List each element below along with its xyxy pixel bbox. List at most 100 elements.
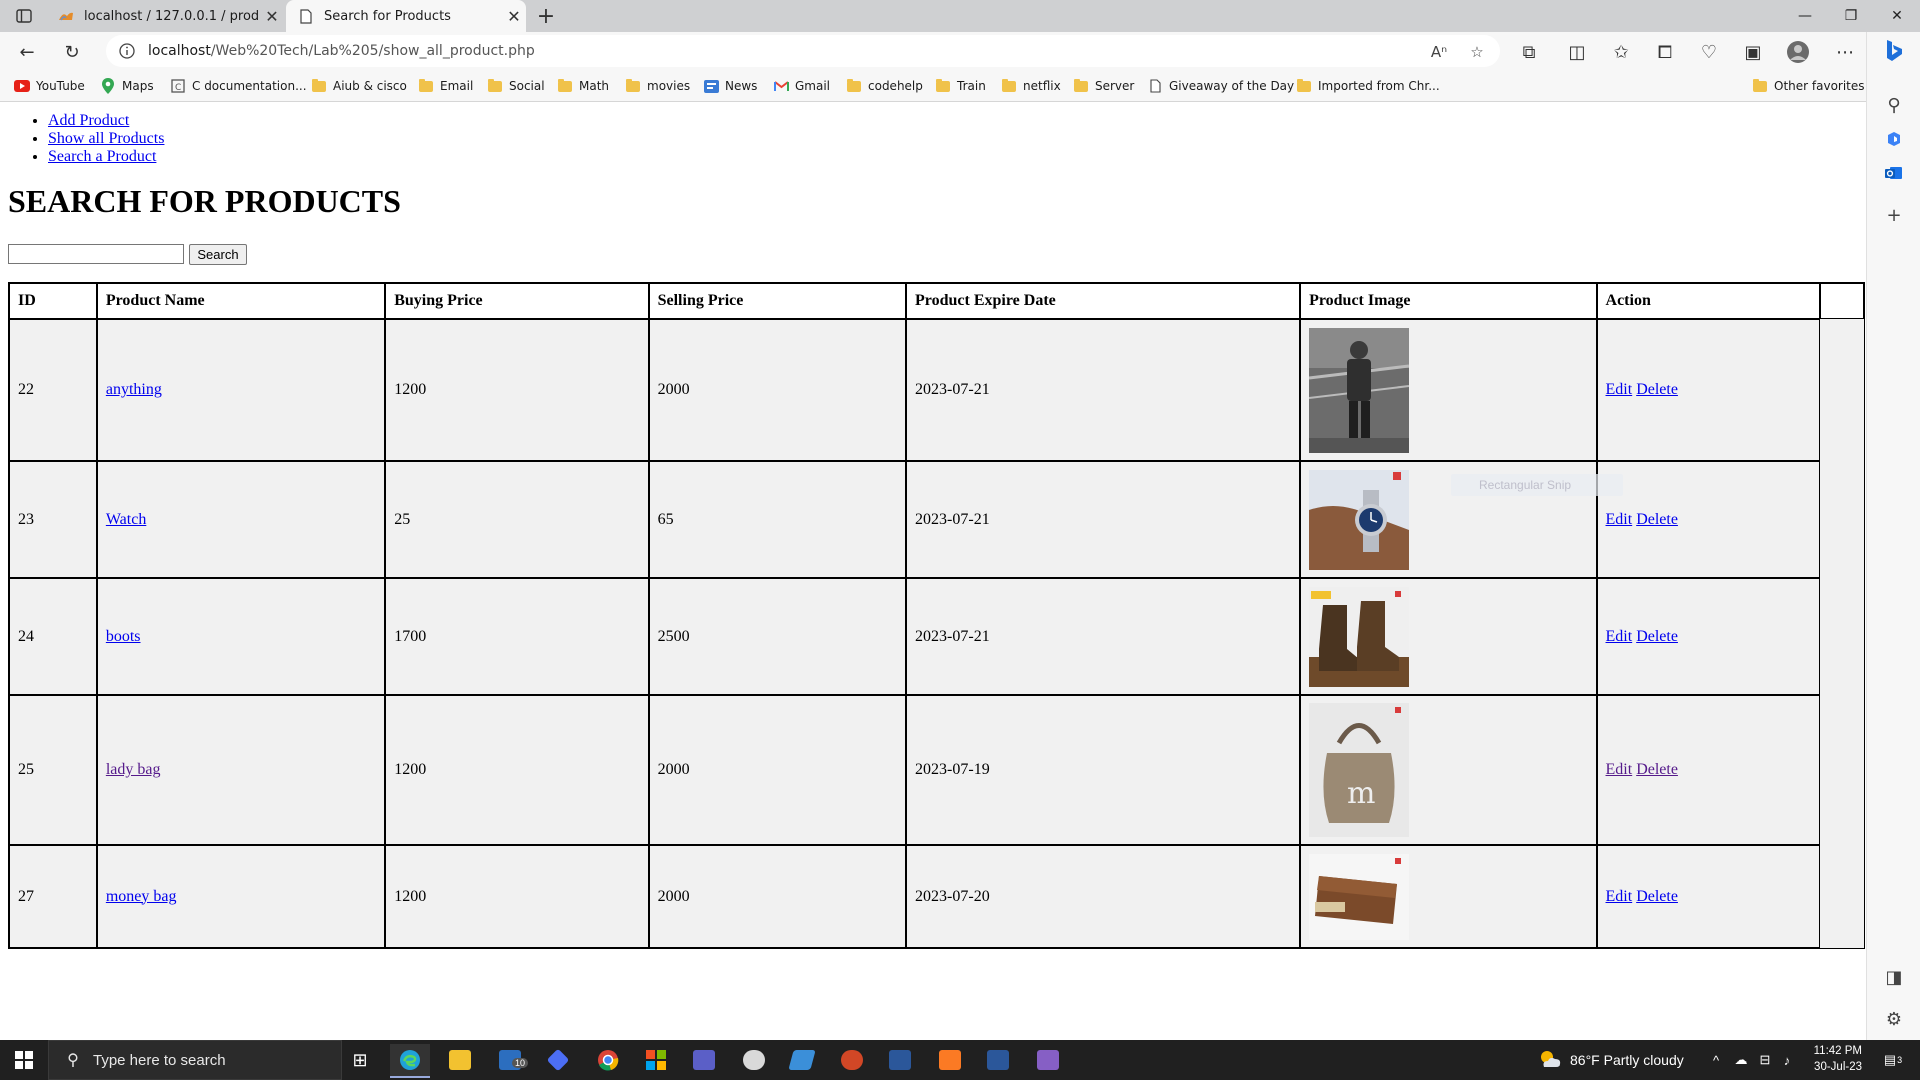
performance-icon[interactable]: ▣ <box>1740 39 1766 65</box>
snipping-tool-icon[interactable] <box>734 1044 774 1076</box>
new-tab-button[interactable]: + <box>534 4 558 29</box>
volume-icon[interactable]: ♪ <box>1776 1040 1798 1080</box>
address-bar[interactable]: localhost/Web%20Tech/Lab%205/show_all_pr… <box>106 35 1500 67</box>
word-icon[interactable] <box>978 1044 1018 1076</box>
cell-action: Edit Delete <box>1596 578 1821 695</box>
delete-link[interactable]: Delete <box>1636 888 1678 905</box>
search-icon: ⚲ <box>67 1052 79 1069</box>
outlook-icon[interactable] <box>1881 160 1907 186</box>
weather-widget[interactable]: 86°F Partly cloudy <box>1538 1040 1684 1080</box>
photo-viewer-icon[interactable] <box>880 1044 920 1076</box>
sidebar-settings-icon[interactable]: ⚙ <box>1881 1006 1907 1032</box>
favorites-icon[interactable]: ✩ <box>1608 39 1634 65</box>
restore-icon[interactable]: ❐ <box>1828 0 1874 32</box>
url-text[interactable]: localhost/Web%20Tech/Lab%205/show_all_pr… <box>148 43 535 59</box>
fav-folder-social[interactable]: Social <box>487 76 545 96</box>
search-product-link[interactable]: Search a Product <box>48 148 156 165</box>
search-button[interactable]: Search <box>189 244 247 265</box>
fav-folder-server[interactable]: Server <box>1073 76 1134 96</box>
edit-link[interactable]: Edit <box>1606 381 1633 398</box>
show-all-products-link[interactable]: Show all Products <box>48 130 164 147</box>
edit-link[interactable]: Edit <box>1606 628 1633 645</box>
search-input[interactable] <box>8 244 184 264</box>
profile-avatar[interactable] <box>1785 39 1811 65</box>
taskbar-search-box[interactable]: ⚲ Type here to search <box>48 1040 342 1080</box>
fav-folder-netflix[interactable]: netflix <box>1001 76 1061 96</box>
fav-folder-movies[interactable]: movies <box>625 76 690 96</box>
clock[interactable]: 11:42 PM 30-Jul-23 <box>1800 1043 1862 1075</box>
fav-folder-math[interactable]: Math <box>557 76 609 96</box>
add-sidebar-app-icon[interactable]: + <box>1881 202 1907 228</box>
fav-folder-imported[interactable]: Imported from Chr... <box>1296 76 1440 96</box>
onedrive-icon[interactable]: ☁ <box>1730 1040 1752 1080</box>
delete-link[interactable]: Delete <box>1636 381 1678 398</box>
fav-folder-email[interactable]: Email <box>418 76 473 96</box>
fav-c-docs[interactable]: C C documentation... <box>170 76 307 96</box>
site-info-icon[interactable] <box>118 42 136 60</box>
product-name-link[interactable]: Watch <box>106 511 146 528</box>
tab-strip: localhost / 127.0.0.1 / product_d ✕ Sear… <box>0 0 1920 32</box>
xampp-icon[interactable] <box>930 1044 970 1076</box>
browser-essentials-icon[interactable]: ♡ <box>1696 39 1722 65</box>
mail-icon[interactable]: 10 <box>490 1044 530 1076</box>
notifications-icon[interactable]: ▤ 3 <box>1878 1040 1908 1080</box>
cell-extra <box>1820 461 1864 578</box>
fav-giveaway[interactable]: Giveaway of the Day <box>1147 76 1294 96</box>
delete-link[interactable]: Delete <box>1636 628 1678 645</box>
file-explorer-icon[interactable] <box>440 1044 480 1076</box>
product-name-link[interactable]: boots <box>106 628 141 645</box>
close-window-icon[interactable]: ✕ <box>1874 0 1920 32</box>
start-button[interactable] <box>0 1040 48 1080</box>
teams-icon[interactable] <box>684 1044 724 1076</box>
hide-sidebar-icon[interactable]: ◨ <box>1881 964 1907 990</box>
fav-maps[interactable]: Maps <box>100 76 154 96</box>
fav-news[interactable]: News <box>703 76 757 96</box>
search-icon[interactable]: ⚲ <box>1881 92 1907 118</box>
task-view-icon[interactable]: ⊞ <box>340 1044 380 1076</box>
delete-link[interactable]: Delete <box>1636 511 1678 528</box>
chrome-icon[interactable] <box>588 1044 628 1076</box>
folder-icon <box>935 78 951 93</box>
refresh-icon[interactable]: ↻ <box>59 39 85 65</box>
split-screen-icon[interactable]: ◫ <box>1564 39 1590 65</box>
windows-logo-icon <box>15 1051 33 1069</box>
edit-link[interactable]: Edit <box>1606 511 1633 528</box>
back-icon[interactable]: ← <box>14 39 40 65</box>
close-tab-icon[interactable]: ✕ <box>260 7 284 26</box>
delete-link[interactable]: Delete <box>1636 761 1678 778</box>
tray-chevron-icon[interactable]: ^ <box>1706 1040 1726 1080</box>
favorite-star-icon[interactable]: ☆ <box>1466 41 1488 63</box>
fav-other-favorites[interactable]: Other favorites <box>1752 76 1865 96</box>
bing-copilot-icon[interactable] <box>1881 38 1907 64</box>
app-icon[interactable] <box>782 1044 822 1076</box>
fav-folder-train[interactable]: Train <box>935 76 986 96</box>
product-name-link[interactable]: money bag <box>106 888 177 905</box>
powerpoint-icon[interactable] <box>832 1044 872 1076</box>
edge-taskbar-icon[interactable] <box>390 1044 430 1078</box>
fav-gmail[interactable]: Gmail <box>773 76 830 96</box>
fav-youtube[interactable]: YouTube <box>14 76 85 96</box>
tab-search-products[interactable]: Search for Products ✕ <box>286 0 526 32</box>
network-icon[interactable]: ⊟ <box>1754 1040 1776 1080</box>
office-icon[interactable] <box>1881 126 1907 152</box>
store-icon[interactable] <box>636 1044 676 1076</box>
extensions-icon[interactable]: ⧉ <box>1516 39 1542 65</box>
product-name-link[interactable]: anything <box>106 381 162 398</box>
more-menu-icon[interactable]: ⋯ <box>1832 39 1858 65</box>
add-product-link[interactable]: Add Product <box>48 112 129 129</box>
fav-folder-codehelp[interactable]: codehelp <box>846 76 923 96</box>
cell-sell: 2500 <box>648 578 907 695</box>
product-name-link[interactable]: lady bag <box>106 761 161 778</box>
tab-actions-icon[interactable] <box>12 6 36 26</box>
media-app-icon[interactable] <box>538 1044 578 1076</box>
folder-icon <box>311 78 327 93</box>
minimize-icon[interactable]: — <box>1782 0 1828 32</box>
read-aloud-icon[interactable]: Aⁿ <box>1428 41 1450 63</box>
collections-icon[interactable]: ⧠ <box>1652 39 1678 65</box>
edit-link[interactable]: Edit <box>1606 888 1633 905</box>
fav-folder-aiub[interactable]: Aiub & cisco <box>311 76 407 96</box>
edit-link[interactable]: Edit <box>1606 761 1633 778</box>
tab-phpmyadmin[interactable]: localhost / 127.0.0.1 / product_d ✕ <box>46 0 284 32</box>
close-tab-icon[interactable]: ✕ <box>502 7 526 26</box>
visual-studio-icon[interactable] <box>1028 1044 1068 1076</box>
